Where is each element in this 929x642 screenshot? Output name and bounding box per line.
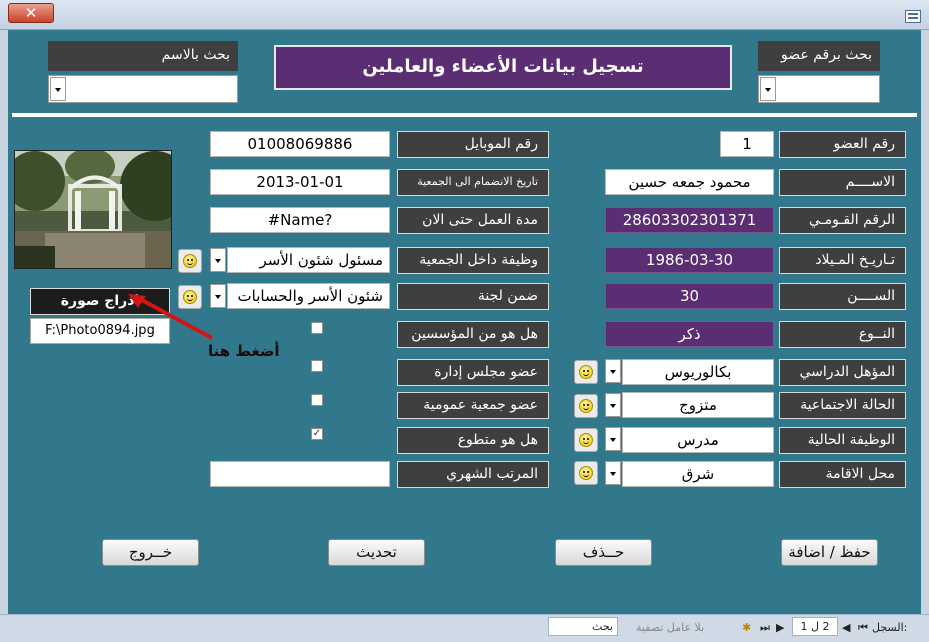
search-input[interactable]: بحث — [548, 617, 618, 636]
name-label: الاســــم — [779, 169, 906, 196]
search-by-name-combo[interactable] — [48, 75, 238, 103]
qualification-label: المؤهل الدراسي — [779, 359, 906, 386]
chevron-down-icon[interactable] — [760, 77, 776, 101]
residence-label: محل الاقامة — [779, 461, 906, 488]
founder-label: هل هو من المؤسسين — [397, 321, 549, 348]
gender-label: النــوع — [779, 321, 906, 348]
marital-label: الحالة الاجتماعية — [779, 392, 906, 419]
annotation-arrow-icon — [128, 294, 213, 340]
work-duration-label: مدة العمل حتى الان — [397, 207, 549, 234]
no-filter-indicator[interactable]: بلا عامل تصفية — [636, 621, 704, 634]
smiley-button[interactable] — [574, 394, 598, 418]
salary-label: المرتب الشهري — [397, 461, 549, 488]
save-add-button[interactable]: حفظ / اضافة — [781, 539, 878, 566]
form-view-icon — [905, 10, 921, 23]
name-field[interactable]: محمود جمعه حسين — [605, 169, 774, 195]
member-form: بحث بالاسم بحث برقم عضو تسجيل بيانات الأ… — [8, 30, 921, 614]
next-record-icon[interactable]: ▶ — [776, 621, 784, 634]
smiley-icon — [183, 254, 197, 268]
volunteer-label: هل هو متطوع — [397, 427, 549, 454]
smiley-icon — [579, 466, 593, 480]
volunteer-checkbox[interactable]: ✓ — [311, 428, 323, 440]
close-button[interactable]: ✕ — [8, 3, 54, 23]
record-number-field[interactable]: 2 ل 1 — [792, 617, 838, 636]
general-assembly-label: عضو جمعية عمومية — [397, 392, 549, 419]
birth-date-field[interactable]: 1986-03-30 — [605, 247, 774, 273]
board-label: عضو مجلس إدارة — [397, 359, 549, 386]
mobile-label: رقم الموبايل — [397, 131, 549, 158]
internal-job-label: وظيفة داخل الجمعية — [397, 247, 549, 274]
smiley-icon — [579, 399, 593, 413]
age-label: الســــن — [779, 283, 906, 310]
update-button[interactable]: تحديث — [328, 539, 425, 566]
current-job-label: الوظيفة الحالية — [779, 427, 906, 454]
annotation-press-here: أضغط هنا — [208, 342, 280, 360]
salary-field[interactable] — [210, 461, 390, 487]
search-by-member-combo[interactable] — [758, 75, 880, 103]
join-date-label: تاريخ الانضمام الى الجمعية — [397, 169, 549, 196]
smiley-button[interactable] — [574, 428, 598, 452]
smiley-button[interactable] — [178, 249, 202, 273]
member-photo — [14, 150, 172, 269]
founder-checkbox[interactable] — [311, 322, 323, 334]
age-field[interactable]: 30 — [605, 283, 774, 309]
committee-label: ضمن لجنة — [397, 283, 549, 310]
national-id-label: الرقم القـومـي — [779, 207, 906, 234]
mobile-field[interactable]: 01008069886 — [210, 131, 390, 157]
record-navigation-bar: السجل: ⏮ ◀ 2 ل 1 ▶ ⏭ ✱ بلا عامل تصفية بح… — [0, 614, 929, 642]
member-number-label: رقم العضو — [779, 131, 906, 158]
residence-field[interactable]: شرق — [622, 461, 774, 487]
marital-field[interactable]: متزوج — [622, 392, 774, 418]
member-number-field[interactable]: 1 — [720, 131, 774, 157]
smiley-button[interactable] — [574, 360, 598, 384]
chevron-down-icon[interactable] — [50, 77, 66, 101]
committee-field[interactable]: شئون الأسر والحسابات — [227, 283, 390, 309]
form-title: تسجيل بيانات الأعضاء والعاملين — [274, 45, 732, 90]
qualification-field[interactable]: بكالوريوس — [622, 359, 774, 385]
gender-field[interactable]: ذكر — [605, 321, 774, 347]
search-by-member-label: بحث برقم عضو — [758, 41, 880, 71]
delete-button[interactable]: حــذف — [555, 539, 652, 566]
board-checkbox[interactable] — [311, 360, 323, 372]
new-record-icon[interactable]: ✱ — [742, 621, 751, 634]
prev-record-icon[interactable]: ◀ — [842, 621, 850, 634]
current-job-field[interactable]: مدرس — [622, 427, 774, 453]
smiley-button[interactable] — [574, 461, 598, 485]
marital-dropdown[interactable] — [605, 393, 621, 417]
work-duration-field[interactable]: #Name? — [210, 207, 390, 233]
smiley-icon — [183, 290, 197, 304]
committee-dropdown[interactable] — [210, 284, 226, 308]
current-job-dropdown[interactable] — [605, 427, 621, 451]
internal-job-dropdown[interactable] — [210, 248, 226, 272]
qualification-dropdown[interactable] — [605, 359, 621, 383]
national-id-field[interactable]: 28603302301371 — [605, 207, 774, 233]
search-by-name-label: بحث بالاسم — [48, 41, 238, 71]
smiley-button[interactable] — [178, 285, 202, 309]
first-record-icon[interactable]: ⏮ — [858, 621, 868, 635]
smiley-icon — [579, 365, 593, 379]
residence-dropdown[interactable] — [605, 461, 621, 485]
window-titlebar: ✕ — [0, 0, 929, 30]
divider — [12, 113, 917, 117]
general-assembly-checkbox[interactable] — [311, 394, 323, 406]
birth-date-label: تـاريـخ المـيلاد — [779, 247, 906, 274]
smiley-icon — [579, 433, 593, 447]
exit-button[interactable]: خــروج — [102, 539, 199, 566]
join-date-field[interactable]: 2013-01-01 — [210, 169, 390, 195]
record-label: السجل: — [872, 621, 908, 634]
internal-job-field[interactable]: مسئول شئون الأسر — [227, 247, 390, 273]
last-record-icon[interactable]: ⏭ — [760, 621, 770, 635]
